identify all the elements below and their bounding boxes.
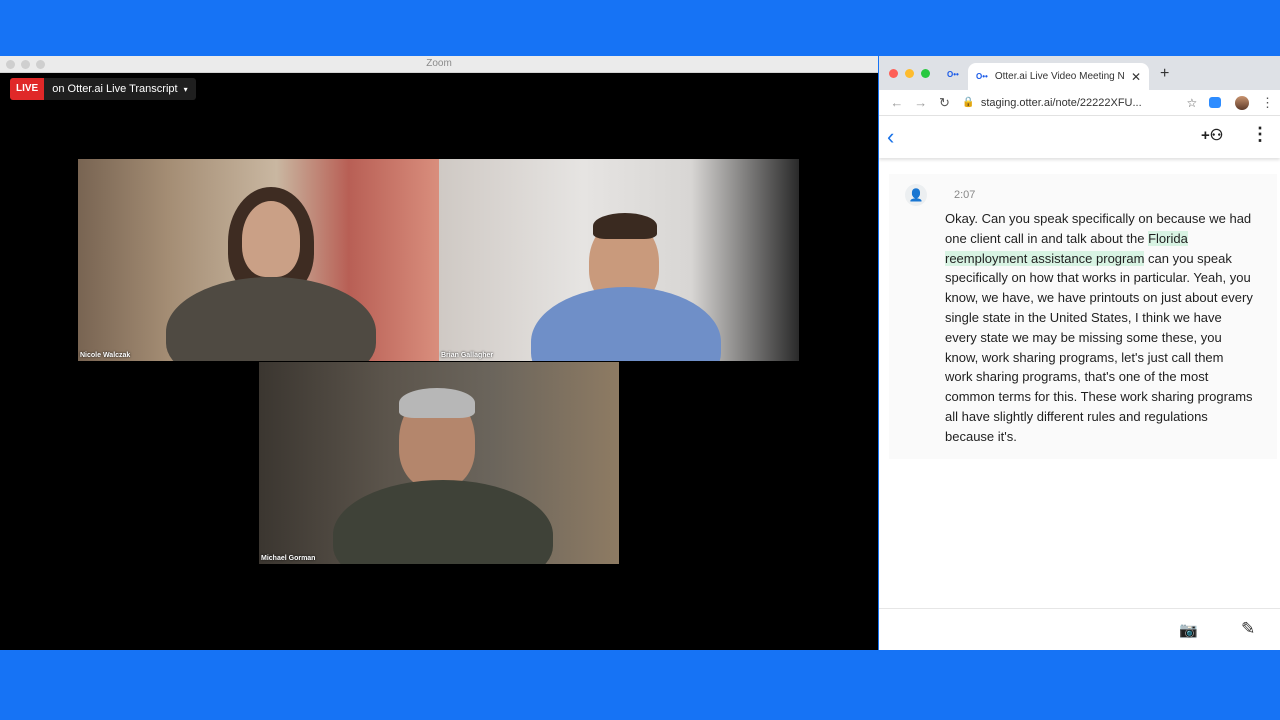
transcript-block: 👤 2:07 Okay. Can you speak specifically …: [889, 174, 1277, 459]
zoom-titlebar: Zoom: [0, 56, 878, 73]
video-tile-nicole[interactable]: Nicole Walczak: [78, 159, 439, 361]
transcript-text[interactable]: Okay. Can you speak specifically on beca…: [945, 209, 1253, 447]
add-person-icon[interactable]: +⚇: [1201, 126, 1223, 144]
browser-window: O•• O•• Otter.ai Live Video Meeting No ✕…: [879, 56, 1280, 650]
maximize-window-button[interactable]: [921, 69, 930, 78]
camera-icon[interactable]: 📷: [1179, 621, 1198, 639]
participant-hair: [399, 388, 475, 418]
address-bar[interactable]: 🔒 staging.otter.ai/note/22222XFU...: [962, 97, 1180, 109]
lock-icon[interactable]: 🔒: [962, 97, 974, 108]
video-tile-brian[interactable]: Brian Gallagher: [439, 159, 799, 361]
participant-face: [242, 201, 300, 277]
forward-arrow-icon[interactable]: →: [909, 95, 933, 110]
live-transcript-label: on Otter.ai Live Transcript: [52, 83, 178, 95]
caret-down-icon: ▾: [183, 84, 188, 94]
close-window-button[interactable]: [889, 69, 898, 78]
live-badge: LIVE: [10, 78, 45, 100]
otter-favicon-icon: O••: [976, 72, 988, 81]
back-chevron-icon[interactable]: ‹: [887, 124, 894, 150]
tab-otter-live[interactable]: O•• Otter.ai Live Video Meeting No ✕: [968, 63, 1149, 90]
participant-body: [333, 480, 553, 564]
tab-title: Otter.ai Live Video Meeting No: [994, 71, 1125, 82]
more-options-icon[interactable]: ⋮: [1251, 124, 1269, 145]
reload-icon[interactable]: ↻: [933, 95, 957, 111]
tab-strip: O•• O•• Otter.ai Live Video Meeting No ✕…: [879, 56, 1280, 90]
speaker-avatar-icon[interactable]: 👤: [905, 184, 927, 206]
participant-hair: [593, 213, 657, 239]
transcript-timestamp[interactable]: 2:07: [954, 189, 975, 201]
live-transcript-dropdown[interactable]: LIVE on Otter.ai Live Transcript ▾: [10, 78, 196, 100]
back-arrow-icon[interactable]: ←: [885, 95, 909, 110]
transcript-text-part: Okay. Can you speak specifically on beca…: [945, 211, 1252, 246]
participant-name: Nicole Walczak: [80, 352, 131, 359]
pinned-tab-otter[interactable]: O••: [947, 70, 959, 79]
window-controls: [889, 69, 930, 78]
participant-name: Brian Gallagher: [441, 352, 494, 359]
star-icon[interactable]: ☆: [1186, 96, 1197, 110]
participant-body: [531, 287, 721, 361]
new-tab-button[interactable]: +: [1160, 65, 1169, 83]
otter-bottom-bar: 📷 ✎: [879, 608, 1280, 650]
zoom-window-title: Zoom: [426, 58, 452, 69]
participant-body: [166, 277, 376, 361]
zoom-extension-icon[interactable]: [1209, 97, 1222, 108]
browser-toolbar: ← → ↻ 🔒 staging.otter.ai/note/22222XFU..…: [879, 90, 1280, 116]
pen-icon[interactable]: ✎: [1241, 619, 1255, 639]
browser-menu-icon[interactable]: ⋮: [1261, 95, 1274, 111]
minimize-window-button[interactable]: [905, 69, 914, 78]
participant-name: Michael Gorman: [261, 555, 316, 562]
profile-avatar[interactable]: [1235, 95, 1250, 110]
zoom-window: Zoom LIVE on Otter.ai Live Transcript ▾ …: [0, 56, 878, 650]
transcript-text-part: can you speak specifically on how that w…: [945, 250, 1253, 444]
video-tile-michael[interactable]: Michael Gorman: [259, 362, 619, 564]
url-text[interactable]: staging.otter.ai/note/22222XFU...: [981, 97, 1153, 109]
close-icon[interactable]: ✕: [1131, 70, 1141, 84]
otter-header: ‹ +⚇ ⋮: [879, 116, 1280, 158]
